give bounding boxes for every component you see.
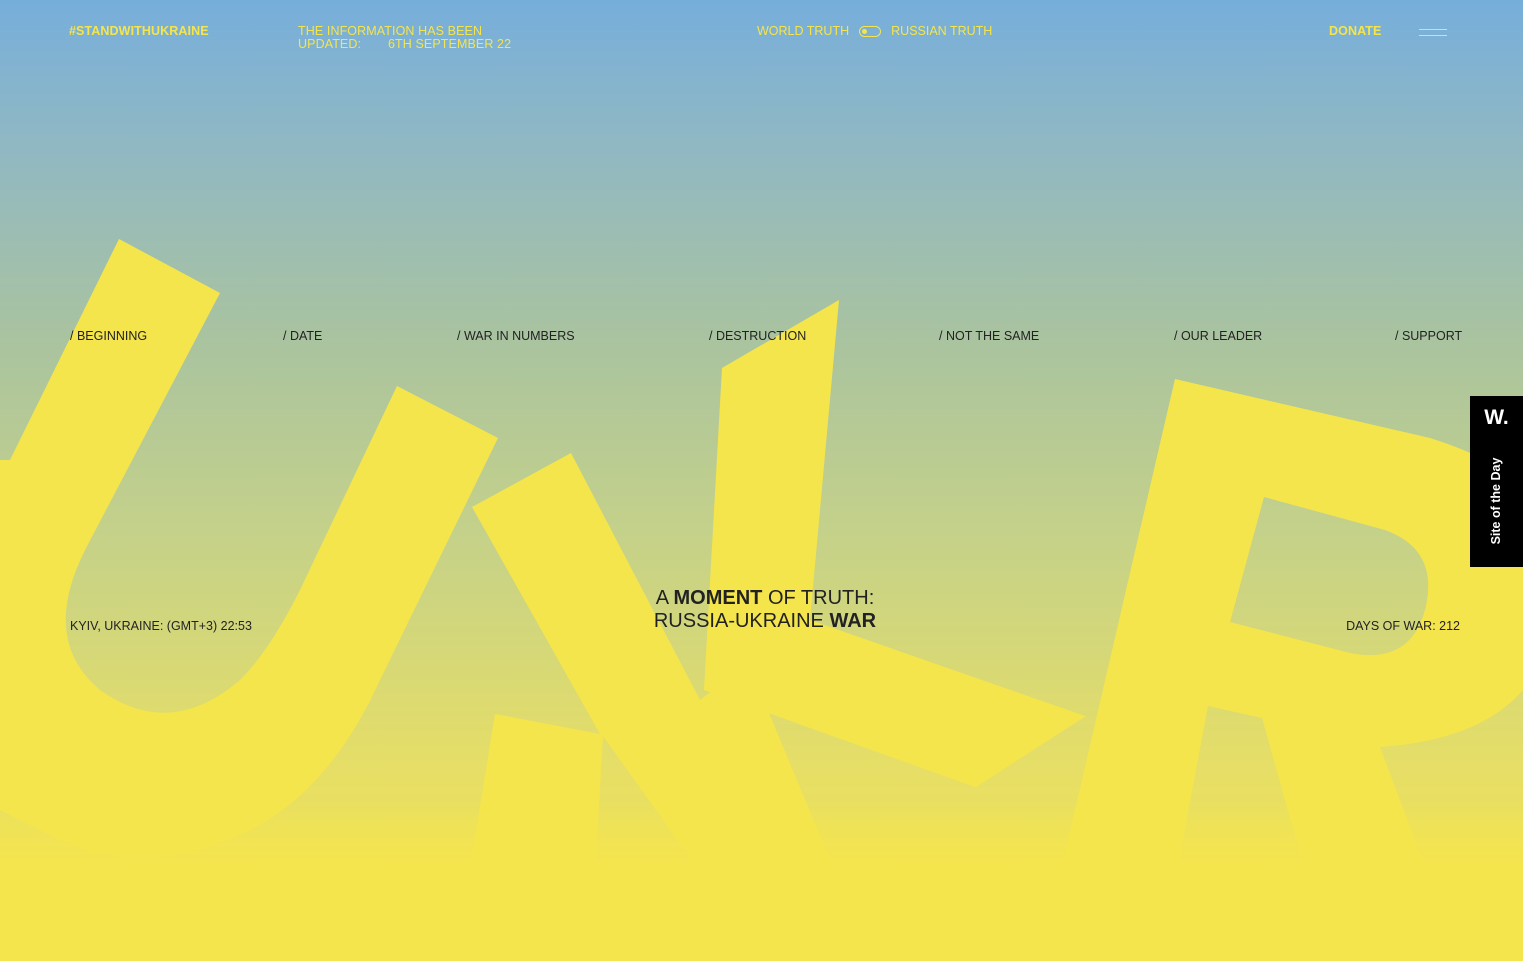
- nav-item-not-the-same[interactable]: / NOT THE SAME: [939, 329, 1039, 343]
- nav-item-support[interactable]: / SUPPORT: [1395, 329, 1462, 343]
- headline-war: WAR: [829, 610, 877, 632]
- nav-item-our-leader[interactable]: / OUR LEADER: [1174, 329, 1262, 343]
- update-date: 6TH SEPTEMBER 22: [388, 37, 512, 51]
- nav-item-date[interactable]: / DATE: [283, 329, 322, 343]
- headline-a: A: [655, 587, 674, 609]
- nav-item-war-in-numbers[interactable]: / WAR IN NUMBERS: [457, 329, 575, 343]
- update-notice-label: UPDATED:: [298, 37, 362, 51]
- location-time: KYIV, UKRAINE: (GMT+3) 22:53: [70, 619, 252, 633]
- hamburger-menu-icon[interactable]: [1419, 28, 1447, 38]
- truth-toggle-switch[interactable]: [859, 26, 882, 37]
- headline-moment: MOMENT: [673, 587, 763, 609]
- hashtag-link[interactable]: #STANDWITHUKRAINE: [69, 25, 209, 38]
- update-notice: THE INFORMATION HAS BEEN UPDATED: 6TH SE…: [298, 25, 538, 51]
- page-title: A MOMENT OF TRUTH: RUSSIA-UKRAINE WAR: [600, 587, 930, 633]
- donate-button[interactable]: DONATE: [1329, 25, 1381, 38]
- site-of-the-day-badge[interactable]: W. Site of the Day: [1470, 396, 1523, 567]
- nav-item-beginning[interactable]: / BEGINNING: [70, 329, 147, 343]
- toggle-knob-icon: [862, 29, 868, 34]
- headline-russia-ukraine: RUSSIA-UKRAINE: [653, 610, 830, 632]
- bottom-fade: [0, 800, 1523, 961]
- russian-truth-option[interactable]: RUSSIAN TRUTH: [891, 25, 992, 38]
- page: #STANDWITHUKRAINE THE INFORMATION HAS BE…: [0, 0, 1523, 961]
- award-logo: W.: [1484, 406, 1509, 429]
- days-of-war-counter: DAYS OF WAR: 212: [1346, 619, 1460, 633]
- headline-of-truth: OF TRUTH:: [762, 587, 875, 609]
- award-label: Site of the Day: [1489, 457, 1503, 545]
- nav-item-destruction[interactable]: / DESTRUCTION: [709, 329, 806, 343]
- world-truth-option[interactable]: WORLD TRUTH: [757, 25, 849, 38]
- truth-switch: WORLD TRUTH RUSSIAN TRUTH: [757, 25, 992, 38]
